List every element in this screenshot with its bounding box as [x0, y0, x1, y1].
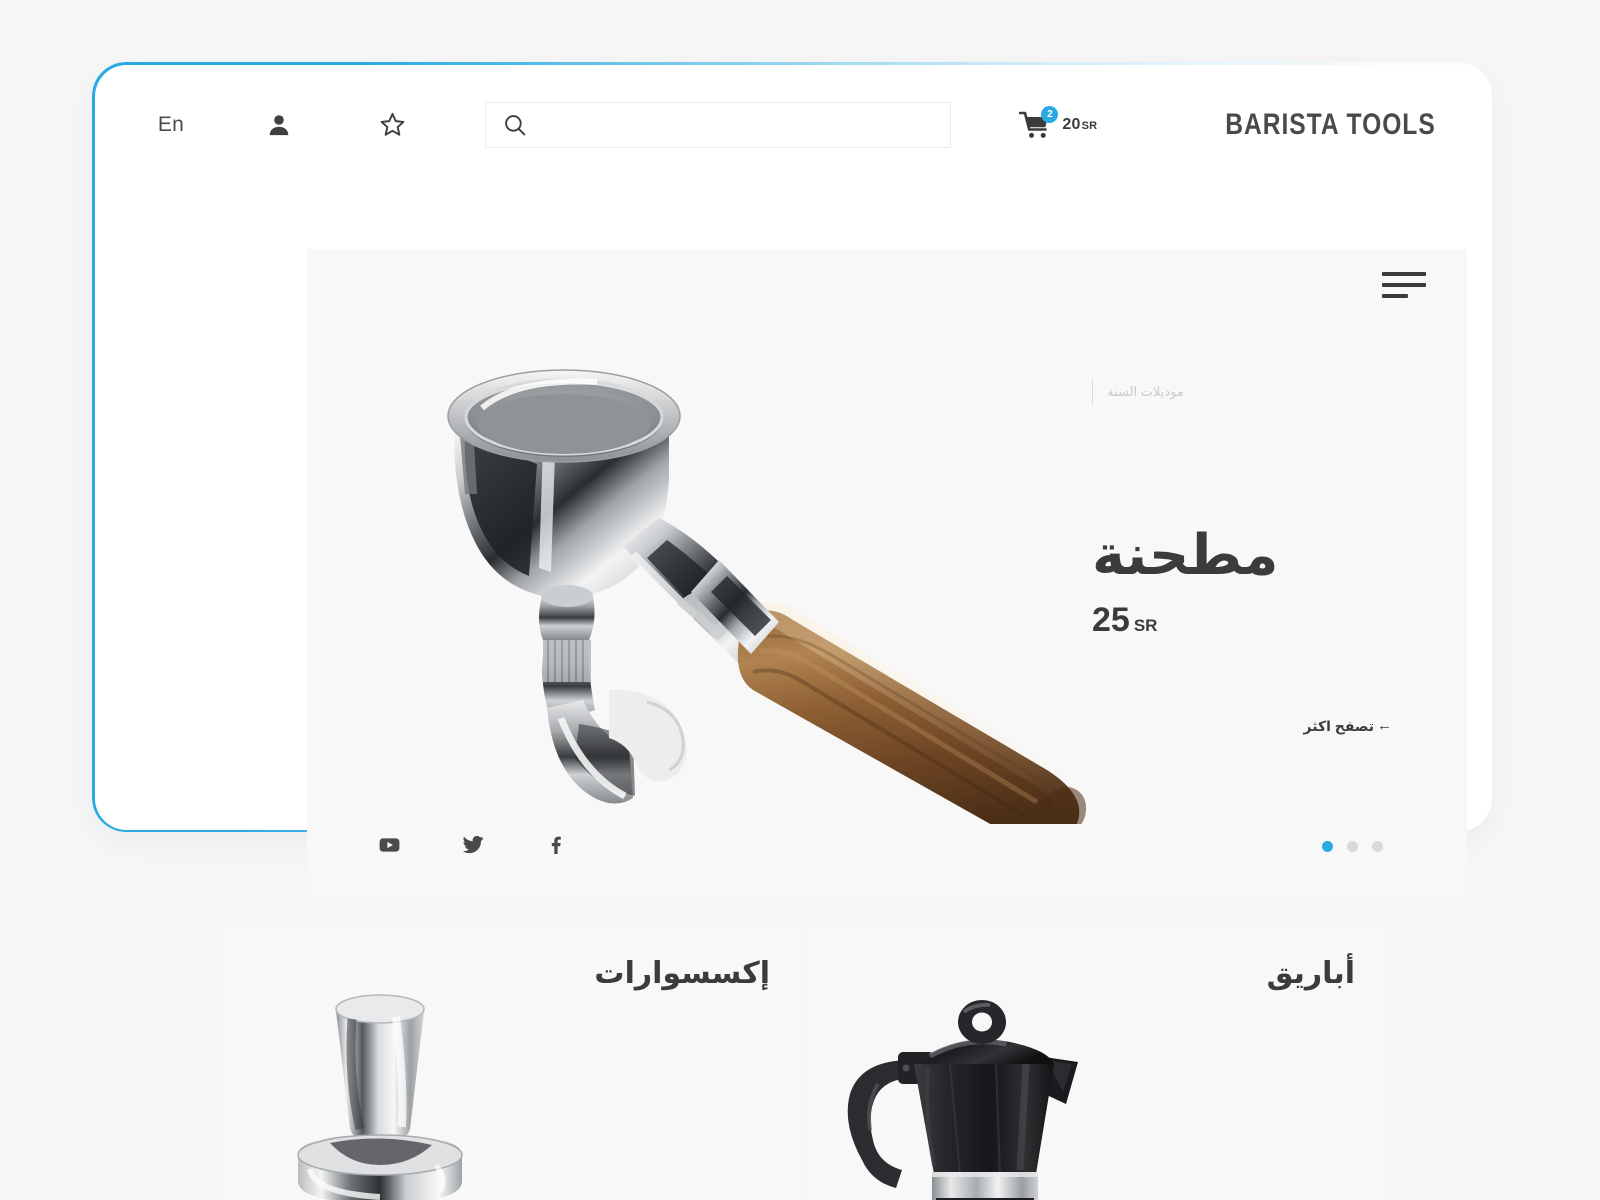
cart-total: 20SR — [1062, 116, 1097, 134]
favorites-button[interactable] — [370, 102, 416, 148]
language-switcher[interactable]: En — [148, 102, 194, 148]
category-card-accessories[interactable]: إكسسوارات — [225, 928, 800, 1200]
device-frame: BARISTA TOOLS 2 20SR En موديلات السنة مط… — [92, 62, 1492, 894]
tamper-image — [270, 969, 490, 1200]
hero-price-amount: 25 — [1092, 601, 1130, 639]
category-card-pots[interactable]: أباريق — [810, 928, 1385, 1200]
browse-more-link[interactable]: ← تصفح اكثر — [1092, 717, 1392, 735]
hero-copy: موديلات السنة مطحنة 25 SR ← تصفح اكثر — [1092, 379, 1392, 735]
carousel-dot-3[interactable] — [1372, 841, 1383, 852]
category-title-accessories: إكسسوارات — [594, 957, 770, 990]
person-icon — [266, 112, 292, 138]
hamburger-bar-3 — [1382, 294, 1408, 298]
hamburger-bar-2 — [1382, 283, 1426, 287]
cart-total-currency: SR — [1081, 119, 1098, 132]
hero-banner: موديلات السنة مطحنة 25 SR ← تصفح اكثر — [307, 249, 1467, 894]
hero-eyebrow: موديلات السنة — [1092, 379, 1392, 405]
top-navigation-bar: BARISTA TOOLS 2 20SR En — [92, 62, 1492, 187]
twitter-icon[interactable] — [463, 836, 484, 854]
star-icon — [379, 111, 406, 138]
hero-product-image — [347, 304, 1107, 824]
hero-product-price: 25 SR — [1092, 601, 1392, 640]
brand-logo[interactable]: BARISTA TOOLS — [1225, 108, 1436, 142]
hamburger-bar-1 — [1382, 272, 1426, 276]
social-links — [379, 836, 563, 854]
carousel-dot-2[interactable] — [1347, 841, 1358, 852]
cart-button[interactable]: 2 20SR — [1019, 105, 1097, 140]
cart-total-amount: 20 — [1062, 115, 1081, 133]
search-icon[interactable] — [504, 114, 526, 136]
browse-more-label: تصفح اكثر — [1303, 718, 1374, 734]
carousel-dot-1[interactable] — [1322, 841, 1333, 852]
category-title-pots: أباريق — [1266, 957, 1355, 990]
search-input[interactable] — [525, 116, 932, 133]
hero-eyebrow-label: موديلات السنة — [1107, 384, 1184, 399]
carousel-dots[interactable] — [1322, 841, 1383, 852]
arrow-left-icon: ← — [1377, 717, 1392, 734]
account-button[interactable] — [256, 102, 302, 148]
hero-eyebrow-divider — [1092, 379, 1093, 405]
shopping-cart-icon: 2 — [1019, 105, 1059, 140]
hero-product-title: مطحنة — [1092, 523, 1279, 586]
hamburger-menu-icon[interactable] — [1382, 267, 1426, 303]
cart-badge-count: 2 — [1041, 105, 1059, 123]
youtube-icon[interactable] — [379, 837, 400, 853]
search-bar[interactable] — [484, 101, 951, 148]
hero-price-currency: SR — [1133, 616, 1158, 635]
facebook-icon[interactable] — [547, 836, 563, 854]
moka-pot-image — [810, 964, 1110, 1200]
